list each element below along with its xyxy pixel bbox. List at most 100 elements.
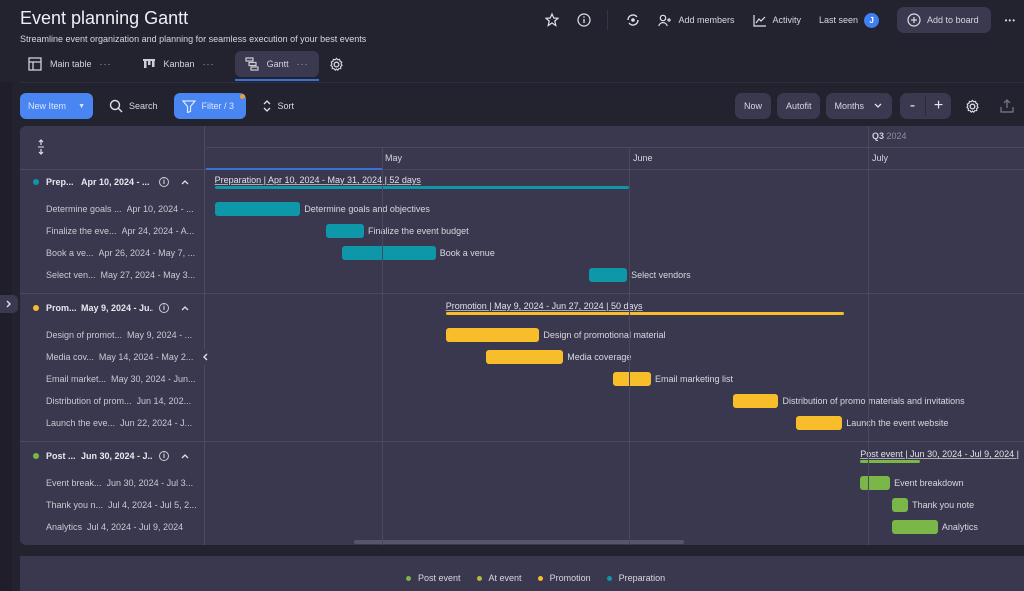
add-members-button[interactable]: Add members: [658, 14, 735, 27]
zoom-in-button[interactable]: +: [926, 97, 951, 115]
month-label-may: May: [385, 153, 403, 163]
task-row[interactable]: Book a ve... Apr 26, 2024 - May 7, ...: [46, 242, 201, 264]
board-title: Event planning Gantt: [20, 8, 189, 28]
task-bar[interactable]: [342, 246, 436, 260]
filter-label: Filter / 3: [201, 101, 235, 111]
task-bar[interactable]: [860, 476, 891, 490]
group-name: Post ...: [46, 451, 76, 461]
task-row[interactable]: Design of promot... May 9, 2024 - ...: [46, 324, 201, 346]
task-row[interactable]: Select ven... May 27, 2024 - May 3...: [46, 264, 201, 286]
task-bar[interactable]: [326, 224, 365, 238]
info-icon[interactable]: i: [159, 177, 169, 187]
horizontal-scrollbar[interactable]: [354, 540, 684, 544]
add-to-board-button[interactable]: Add to board: [897, 7, 991, 33]
task-row[interactable]: Event break... Jun 30, 2024 - Jul 3...: [46, 472, 201, 494]
caret-down-icon[interactable]: ▼: [78, 103, 85, 110]
task-bar[interactable]: [485, 350, 564, 364]
scale-select[interactable]: Months: [826, 93, 892, 119]
expand-sidebar-button[interactable]: [0, 295, 18, 313]
export-icon[interactable]: [1000, 99, 1014, 113]
divider: [607, 10, 609, 30]
task-row[interactable]: Thank you n... Jul 4, 2024 - Jul 5, 2...: [46, 494, 201, 516]
task-dates: May 30, 2024 - Jun...: [111, 374, 196, 384]
task-bar[interactable]: [214, 202, 301, 216]
task-name: Distribution of prom...: [46, 396, 132, 406]
task-row[interactable]: Distribution of prom... Jun 14, 202...: [46, 390, 201, 412]
task-bar[interactable]: [892, 498, 909, 512]
collapse-list-button[interactable]: [199, 349, 211, 365]
new-item-button[interactable]: New Item ▼: [20, 93, 93, 119]
now-button[interactable]: Now: [734, 93, 771, 119]
tab-label: Main table: [50, 59, 92, 69]
expand-collapse-all-icon[interactable]: [37, 139, 45, 155]
filter-button[interactable]: Filter / 3: [173, 93, 246, 119]
task-bar[interactable]: [892, 520, 938, 534]
last-seen-button[interactable]: Last seen J: [819, 12, 880, 28]
sync-icon[interactable]: [626, 13, 640, 27]
more-options-icon[interactable]: •••: [1005, 16, 1016, 25]
group-dates: Jun 30, 2024 - J...: [81, 451, 153, 461]
task-row[interactable]: Media cov... May 14, 2024 - May 2...: [46, 346, 201, 368]
group-summary-bar[interactable]: [214, 186, 630, 189]
task-row[interactable]: Determine goals ... Apr 10, 2024 - ...: [46, 198, 201, 220]
search-button[interactable]: Search: [109, 99, 158, 113]
group-summary-label: Preparation | Apr 10, 2024 - May 31, 202…: [214, 175, 421, 185]
task-dates: Jul 4, 2024 - Jul 5, 2...: [108, 500, 197, 510]
activity-button[interactable]: Activity: [752, 14, 801, 27]
tab-main-table[interactable]: Main table ···: [18, 51, 122, 77]
month-label-june: June: [633, 153, 653, 163]
tab-gantt[interactable]: Gantt ···: [234, 51, 319, 81]
chevron-up-icon[interactable]: [181, 179, 189, 185]
sort-button[interactable]: Sort: [262, 99, 295, 113]
group-header[interactable]: Post ... Jun 30, 2024 - J... i: [20, 445, 205, 467]
more-icon[interactable]: ···: [203, 59, 215, 69]
task-dates: Apr 10, 2024 - ...: [126, 204, 194, 214]
view-settings-icon[interactable]: [329, 57, 344, 72]
group-summary-label: Post event | Jun 30, 2024 - Jul 9, 2024 …: [860, 449, 1019, 459]
autofit-button[interactable]: Autofit: [776, 93, 821, 119]
group-header[interactable]: Prom... May 9, 2024 - Ju... i: [20, 297, 205, 319]
legend-dot: [476, 575, 482, 581]
plus-circle-icon: [907, 13, 921, 27]
last-seen-label: Last seen: [819, 15, 859, 25]
task-dates: May 9, 2024 - ...: [127, 330, 193, 340]
more-icon[interactable]: ···: [100, 59, 112, 69]
star-icon[interactable]: [545, 13, 560, 27]
info-icon[interactable]: i: [159, 451, 169, 461]
board-description: Streamline event organization and planni…: [20, 34, 367, 44]
more-icon[interactable]: ···: [297, 59, 309, 69]
task-bar[interactable]: [796, 416, 843, 430]
add-to-board-label: Add to board: [927, 15, 979, 25]
task-bar[interactable]: [613, 372, 651, 386]
gantt-settings-icon[interactable]: [965, 99, 980, 114]
task-name: Design of promot...: [46, 330, 123, 340]
view-tabs: Main table ··· Kanban ··· Gantt ···: [18, 50, 344, 81]
chevron-up-icon[interactable]: [181, 453, 189, 459]
group-dates: May 9, 2024 - Ju...: [81, 303, 153, 313]
task-bar[interactable]: [589, 268, 628, 282]
legend-dot: [606, 575, 612, 581]
task-row[interactable]: Analytics Jul 4, 2024 - Jul 9, 2024: [46, 516, 201, 538]
group-color-dot: [33, 179, 39, 185]
task-row[interactable]: Finalize the eve... Apr 24, 2024 - A...: [46, 220, 201, 242]
task-bar[interactable]: [732, 394, 779, 408]
legend-label: Preparation: [618, 573, 666, 583]
zoom-out-button[interactable]: -: [900, 97, 925, 115]
chevron-right-icon: [6, 300, 12, 308]
tab-kanban[interactable]: Kanban ···: [132, 51, 225, 77]
header-divider: [206, 147, 1024, 148]
chevron-up-icon[interactable]: [181, 305, 189, 311]
task-row[interactable]: Launch the eve... Jun 22, 2024 - J...: [46, 412, 201, 434]
task-row[interactable]: Email market... May 30, 2024 - Jun...: [46, 368, 201, 390]
group-summary-bar[interactable]: [445, 312, 845, 315]
task-name: Event break...: [46, 478, 102, 488]
sort-label: Sort: [277, 101, 295, 111]
info-icon[interactable]: [577, 13, 592, 27]
task-dates: May 14, 2024 - May 2...: [98, 352, 194, 362]
group-header[interactable]: Prep... Apr 10, 2024 - ... i: [20, 171, 205, 193]
legend-item: Preparation: [606, 573, 666, 583]
gantt-panel: Prep... Apr 10, 2024 - ... i Determine g…: [20, 126, 1024, 545]
task-bar[interactable]: [445, 328, 540, 342]
group-summary-bar[interactable]: [860, 460, 921, 463]
info-icon[interactable]: i: [159, 303, 169, 313]
